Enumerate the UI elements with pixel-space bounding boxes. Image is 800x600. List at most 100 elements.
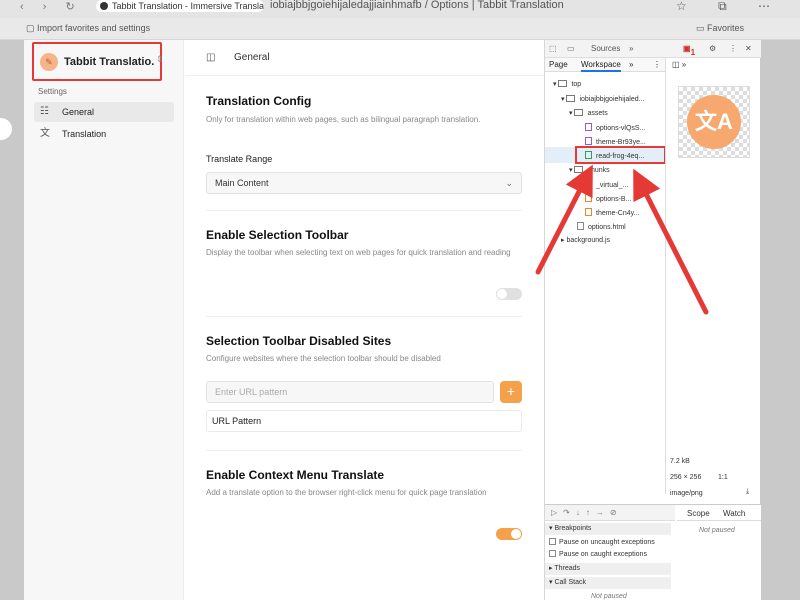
close-icon[interactable]: ✕ <box>745 44 752 53</box>
sidebar-item-label: General <box>62 107 95 117</box>
tree-top[interactable]: ▾ top <box>553 80 581 88</box>
preview-toolbar-icons[interactable]: ◫ » <box>672 60 686 69</box>
image-mime: image/png <box>670 490 703 497</box>
browser-tab[interactable]: Tabbit Translation - Immersive Translate <box>96 0 264 12</box>
folder-icon <box>574 166 584 173</box>
tab-scope[interactable]: Scope <box>687 509 710 518</box>
debugger-controls[interactable]: ▷↷↓↑→⊘ <box>545 505 675 521</box>
scope-watch-tabs: Scope Watch <box>677 505 761 521</box>
divider <box>206 210 522 211</box>
tree-file[interactable]: ▸ background.js <box>561 236 610 244</box>
file-icon <box>585 180 592 188</box>
sidebar-item-translation[interactable]: 文 Translation <box>34 124 174 144</box>
tree-file[interactable]: options.html <box>577 222 626 231</box>
image-ratio: 1:1 <box>718 474 728 481</box>
nav-arrows-icon[interactable]: ‹ › ↻ <box>20 0 83 13</box>
browser-titlebar: ‹ › ↻ Tabbit Translation - Immersive Tra… <box>0 0 800 18</box>
file-icon <box>577 222 584 230</box>
translate-range-value: Main Content <box>215 178 269 188</box>
toggle-knob <box>511 529 521 539</box>
tree-file[interactable]: options-B... <box>585 194 631 203</box>
panel-toggle-icon[interactable]: ◫ <box>206 52 215 63</box>
options-window: ✎ Tabbit Translatio... ⇕ Settings ☷ Gene… <box>24 40 761 600</box>
devtools-panel: ⬚ ▭ Sources » ▣ 1 ⚙ ⋮ ✕ Page Workspace » … <box>544 40 761 600</box>
subtab-page[interactable]: Page <box>549 60 568 69</box>
tree-file[interactable]: theme-Cn4y... <box>585 208 639 217</box>
more-subtabs-icon[interactable]: » <box>629 60 633 69</box>
chevron-updown-icon[interactable]: ⇕ <box>156 54 164 65</box>
image-preview-pane: ◫ » 文A 7.2 kB 256 × 256 1:1 image/png ⤓ <box>665 58 761 497</box>
image-size: 7.2 kB <box>670 458 690 465</box>
tree-origin[interactable]: ▾ iobiajbbjgoiehijaled... <box>561 95 665 103</box>
tree-file[interactable]: theme-Br93ye... <box>585 137 646 146</box>
chevron-down-icon: ⌄ <box>505 178 513 188</box>
tree-file[interactable]: options-vlQsS... <box>585 123 645 132</box>
address-bar[interactable]: iobiajbbjgoiehijaledajjiainhmafb / Optio… <box>270 0 564 11</box>
file-icon <box>585 123 592 131</box>
selection-toolbar-toggle[interactable] <box>496 288 522 300</box>
image-preview: 文A <box>678 86 750 158</box>
edge-handle[interactable] <box>0 118 12 140</box>
options-sidebar: ✎ Tabbit Translatio... ⇕ Settings ☷ Gene… <box>24 40 184 600</box>
settings-section-label: Settings <box>38 87 67 96</box>
selection-toolbar-title: Enable Selection Toolbar <box>206 228 349 242</box>
add-url-button[interactable]: + <box>500 381 522 403</box>
file-icon <box>585 137 592 145</box>
frame-icon <box>558 80 568 87</box>
threads-header[interactable]: ▸ Threads <box>545 563 671 575</box>
options-main: ◫ General Translation Config Only for tr… <box>186 40 544 600</box>
disabled-sites-title: Selection Toolbar Disabled Sites <box>206 334 392 348</box>
checkbox-icon <box>549 538 556 545</box>
divider <box>206 316 522 317</box>
translate-icon: 文 <box>40 128 50 139</box>
bookmarks-bar: ▢ Import favorites and settings ▭ Favori… <box>0 18 800 40</box>
main-header: ◫ General <box>186 40 544 76</box>
subtab-workspace[interactable]: Workspace <box>581 60 621 72</box>
tab-favicon-icon <box>100 2 108 10</box>
error-badge[interactable]: ▣ 1 <box>683 44 695 57</box>
devtools-toolbar: ⬚ ▭ Sources » ▣ 1 ⚙ ⋮ ✕ <box>545 40 761 58</box>
context-menu-title: Enable Context Menu Translate <box>206 468 385 482</box>
download-icon[interactable]: ⤓ <box>746 488 749 496</box>
folder-icon <box>574 109 584 116</box>
tree-assets-folder[interactable]: ▾ assets <box>569 109 608 117</box>
call-stack-status: Not paused <box>591 593 627 600</box>
brand-name: Tabbit Translatio... <box>64 56 154 68</box>
file-highlight-box <box>575 146 666 164</box>
translate-logo-icon: 文A <box>687 95 741 149</box>
translation-config-title: Translation Config <box>206 94 312 108</box>
page-title: General <box>234 52 270 63</box>
file-icon <box>585 194 592 202</box>
url-pattern-input[interactable]: Enter URL pattern <box>206 381 494 403</box>
tab-sources[interactable]: Sources <box>591 44 620 53</box>
bookmark-favorites[interactable]: ▭ Favorites <box>696 23 744 34</box>
translate-range-select[interactable]: Main Content ⌄ <box>206 172 522 194</box>
bookmark-import[interactable]: ▢ Import favorites and settings <box>26 23 150 34</box>
checkbox-icon <box>549 550 556 557</box>
pause-uncaught-checkbox[interactable]: Pause on uncaught exceptions <box>549 538 655 546</box>
inspect-icon[interactable]: ⬚ <box>549 44 557 53</box>
file-icon <box>585 208 592 216</box>
url-pattern-table-header: URL Pattern <box>206 410 522 432</box>
pause-caught-checkbox[interactable]: Pause on caught exceptions <box>549 550 647 558</box>
toolbar-icons[interactable]: ☆ ⧉ ⋯ <box>676 0 784 14</box>
tree-chunks-folder[interactable]: ▾ chunks <box>569 166 610 174</box>
sidebar-item-general[interactable]: ☷ General <box>34 102 174 122</box>
sidebar-item-label: Translation <box>62 129 107 139</box>
tree-file[interactable]: _virtual_... <box>585 180 628 189</box>
sliders-icon: ☷ <box>40 106 49 117</box>
brand-highlight-box: ✎ Tabbit Translatio... ⇕ <box>32 42 164 81</box>
more-tabs-icon[interactable]: » <box>629 44 633 53</box>
context-menu-toggle[interactable] <box>496 528 522 540</box>
gear-icon[interactable]: ⚙ <box>709 44 716 53</box>
toggle-knob <box>497 289 507 299</box>
scope-status: Not paused <box>699 527 735 534</box>
kebab-menu-icon[interactable]: ⋮ <box>729 44 737 53</box>
disabled-sites-desc: Configure websites where the selection t… <box>206 354 441 363</box>
breakpoints-header[interactable]: ▾ Breakpoints <box>545 523 671 535</box>
cloud-icon <box>566 95 576 102</box>
kebab-menu-icon[interactable]: ⋮ <box>653 60 661 69</box>
device-toggle-icon[interactable]: ▭ <box>567 44 575 53</box>
tab-watch[interactable]: Watch <box>723 509 745 518</box>
call-stack-header[interactable]: ▾ Call Stack <box>545 577 671 589</box>
